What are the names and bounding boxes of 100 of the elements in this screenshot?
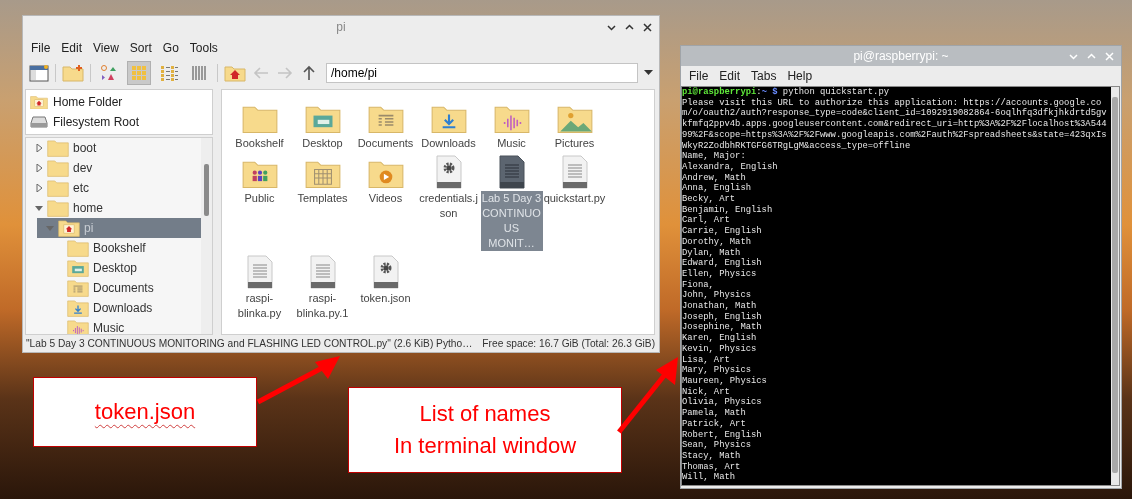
tree-item[interactable]: Documents (37, 278, 201, 298)
authorization-message: Please visit this URL to authorize this application: https://accounts.google.com/o/oauth2/auth?response_type=code&client_id=1092919082864-6oqlhfq3dfkjhkdrtd5gvkfmfq2ppv4b.apps.googleusercontent.com&redirect_uri=http%3A%2F%2Flocalhost%3A54499%2F&scope=https%3A%2F%2Fwww.googleapis.com%2Fauth%2Fspreadsheets&state=423qxIsWkyR2ZodbhRKTGFG6TRgLgM&access_type=offline (682, 97, 1107, 151)
menu-item[interactable]: View (93, 41, 119, 55)
downloads-folder-icon (67, 299, 89, 317)
downloads-folder-icon (430, 104, 467, 134)
folder-icon (241, 104, 278, 134)
menu-item[interactable]: Tools (189, 41, 218, 55)
free-space-info: Free space: 16.7 GiB (Total: 26.3 GiB) (482, 338, 656, 349)
file-label: Templates (296, 191, 349, 206)
file-label: raspi-blinka.py (236, 291, 283, 321)
music-folder-icon (67, 319, 89, 334)
tree-item[interactable]: etc (26, 178, 201, 198)
file-label: Downloads (420, 136, 477, 151)
tree-label: Desktop (93, 261, 138, 275)
new-folder-icon[interactable] (62, 64, 84, 82)
tree-item[interactable]: Bookshelf (37, 238, 201, 258)
document-tile[interactable]: credentials.json (417, 153, 480, 251)
scrollbar[interactable] (201, 138, 212, 334)
tree-label: Documents (93, 281, 154, 295)
output-line: Ellen, Physics (682, 268, 758, 280)
folder-tile[interactable]: Downloads (417, 98, 480, 151)
folder-icon (47, 139, 69, 157)
output-line: Robert, English (682, 429, 763, 440)
file-label: token.json (359, 291, 412, 306)
menu-item[interactable]: File (31, 41, 51, 55)
folder-tile[interactable]: Pictures (543, 98, 606, 151)
menu-item[interactable]: Go (162, 41, 179, 55)
tree-label: home (73, 201, 104, 215)
tree-item[interactable]: Music (37, 318, 201, 334)
file-label: Bookshelf (234, 136, 285, 151)
output-line: Thomas, Art (682, 461, 742, 472)
path-field[interactable]: /home/pi (326, 63, 638, 83)
collapsed-arrow-icon[interactable] (35, 164, 43, 172)
folder-tile[interactable]: Bookshelf (228, 98, 291, 151)
new-window-icon[interactable] (29, 64, 49, 82)
window-title: pi (336, 20, 346, 34)
home-icon[interactable] (224, 64, 246, 82)
gear-file-icon (372, 255, 399, 289)
tree-item[interactable]: dev (26, 158, 201, 178)
collapsed-arrow-icon[interactable] (35, 144, 43, 152)
documents-folder-icon (367, 104, 404, 134)
maximize-icon[interactable] (625, 22, 634, 32)
document-tile[interactable]: quickstart.py (543, 153, 606, 251)
output-line: Nick, Art (682, 386, 731, 397)
minimize-icon[interactable] (607, 22, 616, 32)
place-item[interactable]: Filesystem Root (26, 112, 212, 132)
output-line: Joseph, English (682, 311, 763, 322)
output-line: Mary, Physics (682, 365, 752, 376)
file-label: credentials.json (418, 191, 479, 221)
output-line: Sean, Physics (682, 440, 752, 451)
callout-box: List of names In terminal window (348, 387, 622, 473)
document-tile[interactable]: raspi-blinka.py.1 (291, 253, 354, 321)
place-item[interactable]: Home Folder (26, 92, 212, 112)
dropdown-caret-icon[interactable] (644, 70, 653, 76)
output-line: Andrew, Math (682, 172, 747, 183)
output-line: Fiona, (682, 279, 715, 290)
tree-label: etc (73, 181, 89, 195)
menu-item[interactable]: Edit (719, 69, 741, 83)
menu-item[interactable]: Sort (129, 41, 152, 55)
tree-item[interactable]: Downloads (37, 298, 201, 318)
menu-item[interactable]: Edit (61, 41, 83, 55)
output-line: Anna, English (682, 183, 752, 194)
home-folder-icon (30, 94, 48, 110)
folder-tile[interactable]: Desktop (291, 98, 354, 151)
text-file-icon (561, 155, 588, 189)
window-title: pi@raspberrypi: ~ (853, 49, 949, 63)
tree-item[interactable]: boot (26, 138, 201, 158)
output-line: Alexandra, English (682, 161, 779, 173)
output-line: Kevin, Physics (682, 343, 758, 355)
tree-label: pi (84, 221, 94, 235)
callout-box: token.json (33, 377, 257, 447)
place-label: Filesystem Root (53, 115, 140, 129)
folder-icon (47, 179, 69, 197)
expanded-arrow-icon[interactable] (35, 204, 43, 212)
tree-label: Bookshelf (93, 241, 146, 255)
collapsed-arrow-icon[interactable] (35, 184, 43, 192)
folder-tile[interactable]: Music (480, 98, 543, 151)
folder-tile[interactable]: Videos (354, 153, 417, 251)
scrollbar[interactable] (1111, 87, 1119, 485)
text-file-icon (309, 255, 336, 289)
menu-item[interactable]: Tabs (751, 69, 777, 83)
output-line: Patrick, Art (682, 418, 747, 430)
folder-tile[interactable]: Public (228, 153, 291, 251)
folder-tile[interactable]: Documents (354, 98, 417, 151)
music-folder-icon (493, 104, 530, 134)
file-label: Pictures (553, 136, 596, 151)
output-line: Dorothy, Math (682, 236, 752, 248)
folder-tile[interactable]: Templates (291, 153, 354, 251)
scrollbar-thumb[interactable] (204, 164, 209, 216)
tree-item[interactable]: home (26, 198, 201, 218)
close-icon[interactable] (643, 22, 652, 32)
tree-item[interactable]: Desktop (37, 258, 201, 278)
menu-item[interactable]: Help (787, 69, 813, 83)
document-tile[interactable]: raspi-blinka.py (228, 253, 291, 321)
document-tile[interactable]: token.json (354, 253, 417, 321)
scrollbar-thumb[interactable] (1112, 97, 1118, 473)
menu-item[interactable]: File (689, 69, 709, 83)
output-line: Carl, Art (682, 215, 731, 226)
output-line: Pamela, Math (682, 408, 747, 419)
output-line: John, Physics (682, 290, 752, 301)
